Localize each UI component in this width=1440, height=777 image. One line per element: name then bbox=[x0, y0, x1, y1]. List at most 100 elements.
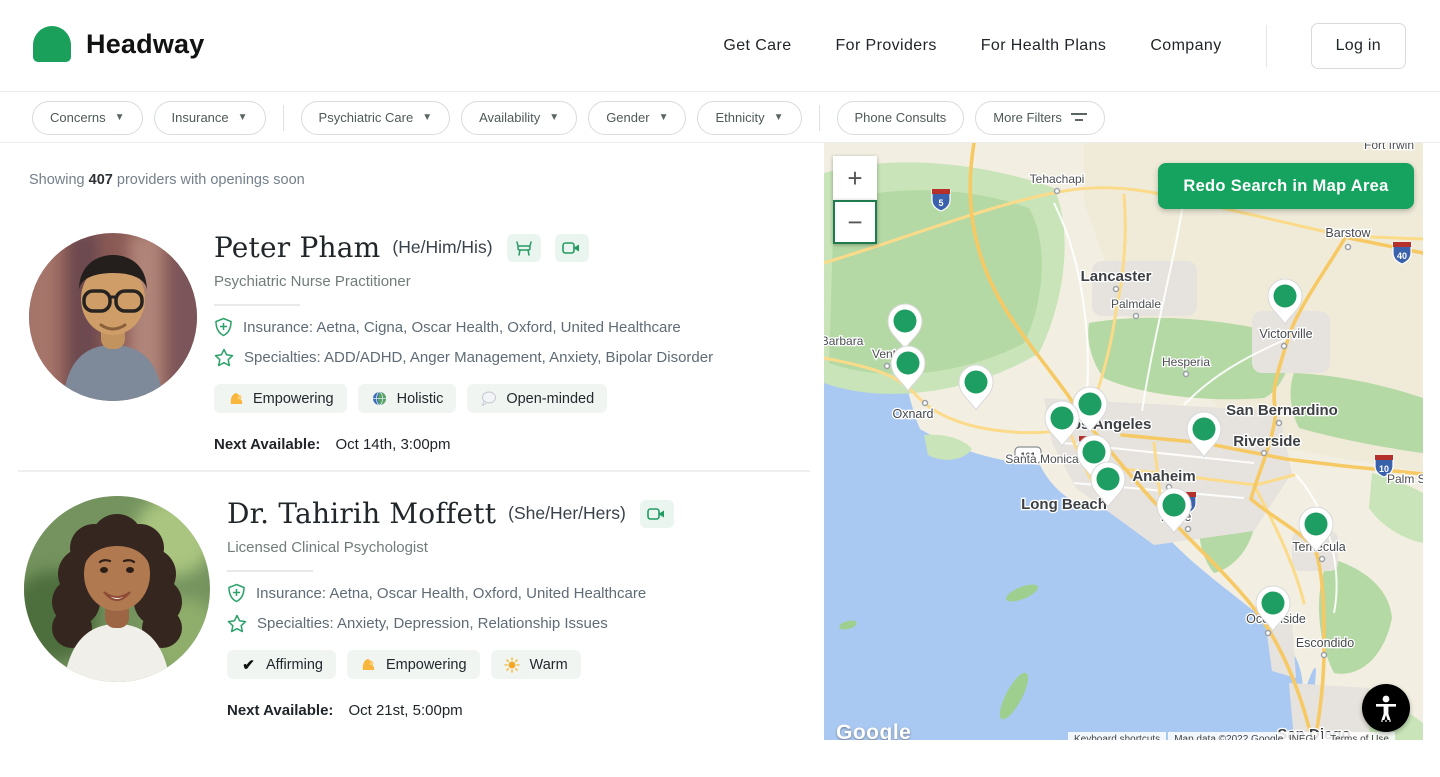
filter-concerns[interactable]: Concerns▼ bbox=[32, 101, 143, 135]
svg-text:Santa Monica: Santa Monica bbox=[1005, 452, 1079, 466]
nav-for-providers[interactable]: For Providers bbox=[836, 37, 937, 55]
filter-insurance[interactable]: Insurance ▼ bbox=[154, 101, 266, 135]
tag-warm: Warm bbox=[491, 650, 581, 679]
map-zoom-controls: + − bbox=[833, 156, 877, 244]
terms-of-use-link[interactable]: Terms of Use bbox=[1324, 732, 1395, 740]
chevron-down-icon: ▼ bbox=[774, 112, 784, 123]
filter-phone-consults[interactable]: Phone Consults bbox=[837, 101, 965, 135]
tahirih-moffett-portrait bbox=[24, 496, 210, 682]
next-available-value: Oct 14th, 3:00pm bbox=[335, 436, 450, 453]
provider-title: Psychiatric Nurse Practitioner bbox=[214, 273, 814, 290]
provider-title: Licensed Clinical Psychologist bbox=[227, 539, 827, 556]
results-count: Showing 407 providers with openings soon bbox=[29, 172, 305, 188]
flexed-biceps-icon bbox=[360, 656, 377, 673]
provider-photo[interactable] bbox=[24, 496, 210, 682]
filter-group-divider bbox=[819, 105, 820, 131]
login-button[interactable]: Log in bbox=[1311, 23, 1406, 69]
tag-empowering: Empowering bbox=[347, 650, 480, 679]
filter-gender[interactable]: Gender ▼ bbox=[588, 101, 686, 135]
filter-phone-consults-label: Phone Consults bbox=[855, 110, 947, 125]
tag-label: Affirming bbox=[266, 657, 323, 673]
specialties-star-icon bbox=[214, 348, 234, 367]
provider-pronouns: (He/Him/His) bbox=[392, 237, 492, 258]
filter-psychiatric-care-label: Psychiatric Care bbox=[319, 110, 414, 125]
svg-text:Oxnard: Oxnard bbox=[893, 407, 934, 421]
chevron-down-icon: ▼ bbox=[422, 112, 432, 123]
provider-photo[interactable] bbox=[29, 233, 197, 401]
brand-name: Headway bbox=[86, 29, 204, 60]
provider-specialties: Specialties: ADD/ADHD, Anger Management,… bbox=[244, 349, 713, 366]
tag-label: Empowering bbox=[386, 657, 467, 673]
zoom-out-button[interactable]: − bbox=[833, 200, 877, 244]
svg-text:San Bernardino: San Bernardino bbox=[1226, 402, 1338, 419]
sun-icon bbox=[504, 656, 521, 673]
video-camera-icon bbox=[555, 234, 589, 262]
filter-more-filters[interactable]: More Filters bbox=[975, 101, 1105, 135]
tag-holistic: Holistic bbox=[358, 384, 457, 413]
google-map[interactable]: 5 40 101 605 15 10 Tehachapi Fort Irwin … bbox=[824, 143, 1423, 740]
svg-text:Santa Barbara: Santa Barbara bbox=[824, 334, 864, 348]
svg-text:Barstow: Barstow bbox=[1325, 226, 1371, 240]
nav-divider bbox=[1266, 25, 1267, 67]
tag-label: Holistic bbox=[397, 391, 444, 407]
insurance-shield-icon bbox=[227, 583, 246, 603]
tag-label: Warm bbox=[530, 657, 568, 673]
tag-affirming: ✔ Affirming bbox=[227, 650, 336, 679]
chevron-down-icon: ▼ bbox=[238, 112, 248, 123]
check-mark-icon: ✔ bbox=[240, 656, 257, 673]
filter-psychiatric-care[interactable]: Psychiatric Care ▼ bbox=[301, 101, 451, 135]
svg-text:Anaheim: Anaheim bbox=[1132, 468, 1195, 485]
chevron-down-icon: ▼ bbox=[659, 112, 669, 123]
svg-text:Palm Springs: Palm Springs bbox=[1387, 472, 1423, 486]
provider-card[interactable]: Dr. Tahirih Moffett (She/Her/Hers) Licen… bbox=[227, 497, 827, 719]
nav-get-care[interactable]: Get Care bbox=[723, 37, 791, 55]
filter-bar: Concerns▼ Insurance▼ Psychiatric Care▼ A… bbox=[0, 93, 1440, 143]
headway-logo-icon bbox=[33, 26, 71, 62]
filter-ethnicity[interactable]: Ethnicity ▼ bbox=[697, 101, 801, 135]
headway-logo[interactable]: Headway bbox=[33, 26, 204, 62]
insurance-shield-icon bbox=[214, 317, 233, 337]
title-divider bbox=[227, 570, 313, 572]
provider-name[interactable]: Peter Pham bbox=[214, 231, 380, 264]
next-available-value: Oct 21st, 5:00pm bbox=[348, 702, 462, 719]
provider-insurance: Insurance: Aetna, Oscar Health, Oxford, … bbox=[256, 585, 646, 602]
filter-availability[interactable]: Availability▼ bbox=[461, 101, 577, 135]
provider-name[interactable]: Dr. Tahirih Moffett bbox=[227, 497, 496, 530]
nav-for-health-plans[interactable]: For Health Plans bbox=[981, 37, 1107, 55]
svg-text:40: 40 bbox=[1397, 251, 1407, 261]
flexed-biceps-icon bbox=[227, 390, 244, 407]
filter-group-divider bbox=[283, 105, 284, 131]
svg-text:5: 5 bbox=[938, 198, 943, 208]
svg-text:Riverside: Riverside bbox=[1233, 433, 1301, 450]
provider-card[interactable]: Peter Pham (He/Him/His) Psychiatric Nurs… bbox=[214, 231, 814, 453]
map-data-attribution: Map data ©2022 Google, INEGI bbox=[1168, 732, 1322, 740]
map-canvas: 5 40 101 605 15 10 Tehachapi Fort Irwin … bbox=[824, 143, 1423, 740]
video-camera-icon bbox=[640, 500, 674, 528]
svg-text:Escondido: Escondido bbox=[1296, 636, 1354, 650]
filter-availability-label: Availability bbox=[479, 110, 540, 125]
tag-empowering: Empowering bbox=[214, 384, 347, 413]
svg-text:Tehachapi: Tehachapi bbox=[1030, 172, 1085, 186]
filter-concerns-label: Concerns bbox=[50, 110, 106, 125]
filter-gender-label: Gender bbox=[606, 110, 649, 125]
nav-company[interactable]: Company bbox=[1150, 37, 1221, 55]
accessibility-person-icon bbox=[1373, 694, 1399, 722]
provider-pronouns: (She/Her/Hers) bbox=[508, 503, 626, 524]
redo-search-button[interactable]: Redo Search in Map Area bbox=[1158, 163, 1414, 209]
globe-icon bbox=[371, 390, 388, 407]
filter-ethnicity-label: Ethnicity bbox=[715, 110, 764, 125]
filter-insurance-label: Insurance bbox=[172, 110, 229, 125]
accessibility-button[interactable] bbox=[1362, 684, 1410, 732]
results-number: 407 bbox=[89, 172, 113, 188]
tag-label: Empowering bbox=[253, 391, 334, 407]
tag-label: Open-minded bbox=[506, 391, 594, 407]
next-available-label: Next Available: bbox=[227, 702, 333, 719]
svg-text:Long Beach: Long Beach bbox=[1021, 496, 1107, 513]
google-logo: Google bbox=[836, 721, 911, 740]
svg-text:Lancaster: Lancaster bbox=[1081, 268, 1152, 285]
keyboard-shortcuts-link[interactable]: Keyboard shortcuts bbox=[1068, 732, 1166, 740]
peter-pham-portrait bbox=[29, 233, 197, 401]
zoom-in-button[interactable]: + bbox=[833, 156, 877, 200]
card-divider bbox=[18, 470, 810, 472]
results-prefix: Showing bbox=[29, 172, 85, 188]
